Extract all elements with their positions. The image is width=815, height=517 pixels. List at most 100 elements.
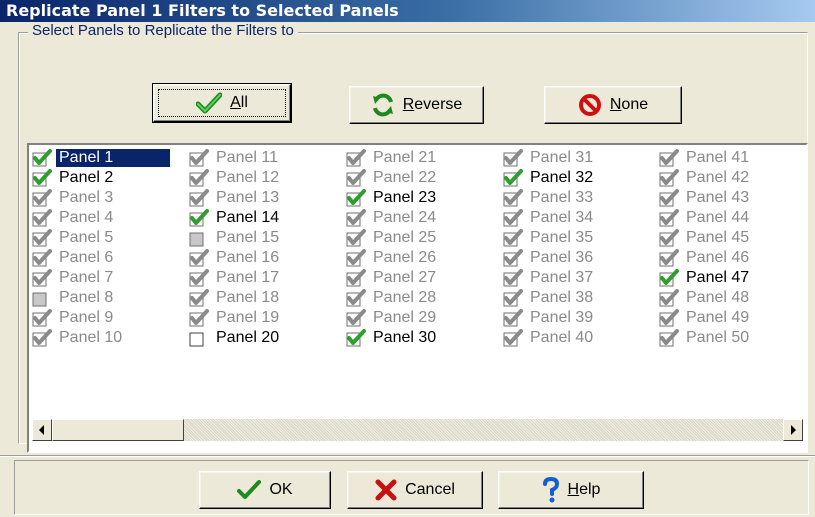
horizontal-scrollbar[interactable] [32, 419, 803, 441]
checkbox-checked-icon[interactable] [32, 149, 52, 167]
panel-checkbox-item[interactable]: Panel 18 [189, 288, 282, 308]
checkbox-checked-icon[interactable] [503, 209, 523, 227]
panel-checkbox-item[interactable]: Panel 21 [346, 148, 439, 168]
checkbox-checked-icon[interactable] [659, 329, 679, 347]
checkbox-checked-icon[interactable] [659, 289, 679, 307]
checkbox-checked-icon[interactable] [659, 149, 679, 167]
checkbox-checked-icon[interactable] [659, 229, 679, 247]
panel-checkbox-item[interactable]: Panel 30 [346, 328, 439, 348]
panel-checkbox-item[interactable]: Panel 14 [189, 208, 282, 228]
panel-checkbox-item[interactable]: Panel 2 [32, 168, 116, 188]
checkbox-checked-icon[interactable] [503, 309, 523, 327]
panel-checkbox-item[interactable]: Panel 42 [659, 168, 752, 188]
panel-checkbox-item[interactable]: Panel 32 [503, 168, 596, 188]
panel-checkbox-item[interactable]: Panel 35 [503, 228, 596, 248]
checkbox-checked-icon[interactable] [503, 149, 523, 167]
panel-checkbox-item[interactable]: Panel 6 [32, 248, 116, 268]
checkbox-checked-icon[interactable] [32, 329, 52, 347]
panel-checkbox-item[interactable]: Panel 45 [659, 228, 752, 248]
panel-checkbox-item[interactable]: Panel 46 [659, 248, 752, 268]
checkbox-checked-icon[interactable] [659, 249, 679, 267]
checkbox-checked-icon[interactable] [189, 249, 209, 267]
panel-checkbox-item[interactable]: Panel 39 [503, 308, 596, 328]
checkbox-checked-icon[interactable] [503, 329, 523, 347]
panel-checkbox-item[interactable]: Panel 44 [659, 208, 752, 228]
checkbox-checked-icon[interactable] [189, 209, 209, 227]
panel-checkbox-item[interactable]: Panel 23 [346, 188, 439, 208]
panel-checkbox-item[interactable]: Panel 17 [189, 268, 282, 288]
checkbox-checked-icon[interactable] [659, 169, 679, 187]
panel-checkbox-item[interactable]: Panel 47 [659, 268, 752, 288]
panel-checkbox-item[interactable]: Panel 27 [346, 268, 439, 288]
checkbox-checked-icon[interactable] [346, 289, 366, 307]
checkbox-checked-icon[interactable] [189, 189, 209, 207]
select-all-button[interactable]: All [152, 83, 292, 123]
checkbox-checked-icon[interactable] [32, 249, 52, 267]
panel-checkbox-item[interactable]: Panel 29 [346, 308, 439, 328]
checkbox-checked-icon[interactable] [503, 269, 523, 287]
checkbox-checked-icon[interactable] [32, 189, 52, 207]
checkbox-checked-icon[interactable] [659, 209, 679, 227]
checkbox-checked-icon[interactable] [189, 289, 209, 307]
panel-checkbox-item[interactable]: Panel 19 [189, 308, 282, 328]
panel-checkbox-item[interactable]: Panel 5 [32, 228, 116, 248]
checkbox-checked-icon[interactable] [503, 229, 523, 247]
panel-checkbox-item[interactable]: Panel 33 [503, 188, 596, 208]
panel-checkbox-item[interactable]: Panel 22 [346, 168, 439, 188]
panel-checkbox-item[interactable]: Panel 7 [32, 268, 116, 288]
panel-checkbox-item[interactable]: Panel 8 [32, 288, 116, 308]
panel-checkbox-item[interactable]: Panel 31 [503, 148, 596, 168]
panel-checkbox-item[interactable]: Panel 36 [503, 248, 596, 268]
panel-checkbox-item[interactable]: Panel 38 [503, 288, 596, 308]
panel-checkbox-item[interactable]: Panel 10 [32, 328, 125, 348]
checkbox-checked-icon[interactable] [659, 189, 679, 207]
panel-checkbox-item[interactable]: Panel 25 [346, 228, 439, 248]
checkbox-checked-icon[interactable] [32, 229, 52, 247]
checkbox-checked-icon[interactable] [189, 269, 209, 287]
panel-checkbox-item[interactable]: Panel 49 [659, 308, 752, 328]
panel-checkbox-item[interactable]: Panel 28 [346, 288, 439, 308]
panel-checkbox-item[interactable]: Panel 4 [32, 208, 116, 228]
checkbox-empty-icon[interactable] [189, 329, 209, 347]
checkbox-checked-icon[interactable] [346, 309, 366, 327]
reverse-button[interactable]: Reverse [349, 86, 484, 124]
scrollbar-thumb[interactable] [52, 419, 184, 441]
panel-checkbox-item[interactable]: Panel 9 [32, 308, 116, 328]
scroll-right-button[interactable] [783, 419, 803, 441]
panel-checklist[interactable]: Panel 1 Panel 2 Panel 3 Panel 4 Panel 5 Panel… [27, 143, 808, 453]
scroll-left-button[interactable] [32, 419, 52, 441]
checkbox-checked-icon[interactable] [346, 169, 366, 187]
panel-checkbox-item[interactable]: Panel 41 [659, 148, 752, 168]
checkbox-checked-icon[interactable] [503, 169, 523, 187]
checkbox-checked-icon[interactable] [346, 229, 366, 247]
panel-checkbox-item[interactable]: Panel 3 [32, 188, 116, 208]
help-button[interactable]: Help [498, 471, 644, 509]
checkbox-checked-icon[interactable] [659, 309, 679, 327]
panel-checkbox-item[interactable]: Panel 13 [189, 188, 282, 208]
panel-checkbox-item[interactable]: Panel 50 [659, 328, 752, 348]
checkbox-grayed-icon[interactable] [32, 289, 52, 307]
select-none-button[interactable]: None [544, 86, 682, 124]
checkbox-checked-icon[interactable] [503, 189, 523, 207]
checkbox-checked-icon[interactable] [503, 289, 523, 307]
panel-checkbox-item[interactable]: Panel 11 [189, 148, 281, 168]
panel-checkbox-item[interactable]: Panel 24 [346, 208, 439, 228]
checkbox-checked-icon[interactable] [346, 249, 366, 267]
panel-checkbox-item[interactable]: Panel 16 [189, 248, 282, 268]
panel-checkbox-item[interactable]: Panel 34 [503, 208, 596, 228]
checkbox-checked-icon[interactable] [32, 209, 52, 227]
panel-checkbox-item[interactable]: Panel 20 [189, 328, 282, 348]
checkbox-checked-icon[interactable] [346, 329, 366, 347]
checkbox-checked-icon[interactable] [346, 269, 366, 287]
checkbox-checked-icon[interactable] [346, 189, 366, 207]
checkbox-grayed-icon[interactable] [189, 229, 209, 247]
panel-checkbox-item[interactable]: Panel 37 [503, 268, 596, 288]
panel-checkbox-item[interactable]: Panel 40 [503, 328, 596, 348]
checkbox-checked-icon[interactable] [659, 269, 679, 287]
checkbox-checked-icon[interactable] [189, 309, 209, 327]
panel-checkbox-item[interactable]: Panel 1 [32, 148, 170, 168]
panel-checkbox-item[interactable]: Panel 48 [659, 288, 752, 308]
checkbox-checked-icon[interactable] [32, 169, 52, 187]
checkbox-checked-icon[interactable] [32, 309, 52, 327]
checkbox-checked-icon[interactable] [189, 169, 209, 187]
